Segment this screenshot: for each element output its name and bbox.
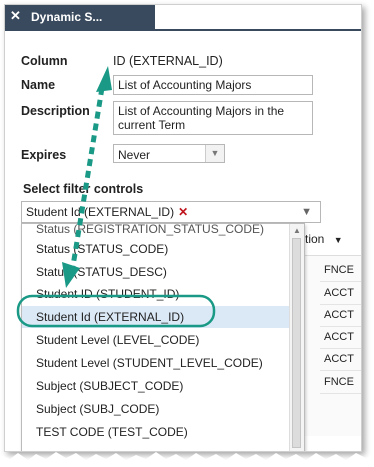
arrow-head-top-icon <box>96 66 112 92</box>
torn-edge <box>0 452 374 467</box>
annotation-arrow <box>69 87 105 273</box>
highlight-ring <box>16 294 216 328</box>
annotation-overlay <box>16 66 216 328</box>
arrow-head-bottom-icon <box>62 262 80 288</box>
